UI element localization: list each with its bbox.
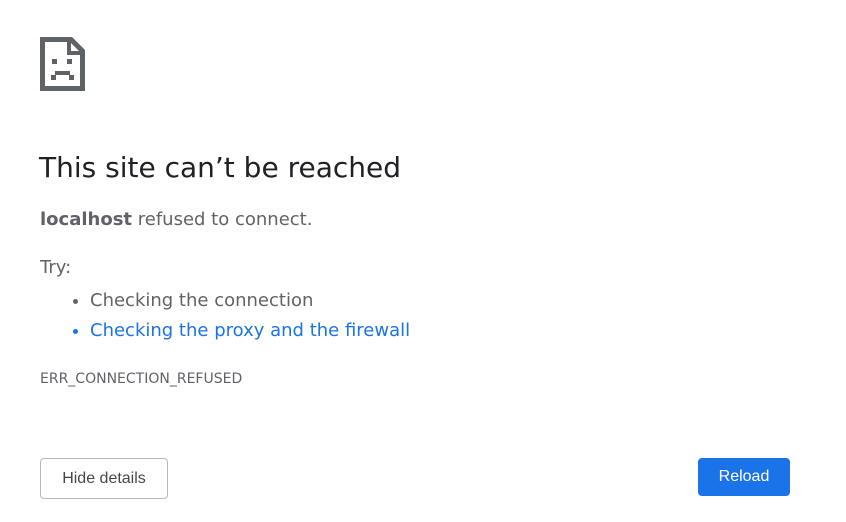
suggestion-check-connection: Checking the connection: [90, 286, 410, 316]
proxy-firewall-link[interactable]: Checking the proxy and the firewall: [90, 320, 410, 341]
suggestion-label: Checking the connection: [90, 290, 314, 311]
suggestion-check-proxy-link[interactable]: Checking the proxy and the firewall: [90, 316, 410, 346]
error-code: ERR_CONNECTION_REFUSED: [40, 371, 243, 387]
sad-page-icon: [40, 37, 85, 91]
error-message: refused to connect.: [132, 209, 313, 230]
page-title: This site can’t be reached: [39, 151, 401, 184]
reload-button[interactable]: Reload: [698, 458, 790, 496]
try-label: Try:: [40, 257, 72, 278]
hide-details-button[interactable]: Hide details: [40, 458, 168, 499]
host-name: localhost: [40, 209, 133, 230]
error-summary: localhost refused to connect.: [40, 208, 312, 232]
suggestion-list: Checking the connection Checking the pro…: [40, 286, 410, 346]
